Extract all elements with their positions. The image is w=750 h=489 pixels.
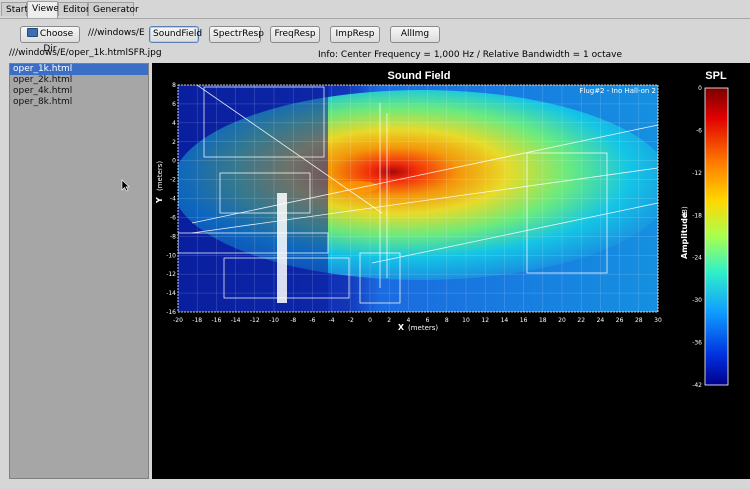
x-tick-label: 8: [445, 317, 449, 324]
y-tick-label: -16: [166, 309, 176, 316]
tab-start[interactable]: Start: [1, 2, 28, 16]
x-tick-label: -2: [348, 317, 354, 324]
colorbar-tick-label: -24: [692, 255, 702, 262]
y-tick-label: -10: [166, 252, 176, 259]
x-tick-label: -16: [211, 317, 221, 324]
seating-column: [277, 193, 287, 303]
y-tick-label: 8: [172, 82, 176, 89]
list-item[interactable]: oper_1k.html: [10, 64, 148, 75]
y-tick-label: -14: [166, 290, 176, 297]
colorbar-tick-label: -6: [696, 127, 702, 134]
x-tick-label: -14: [231, 317, 241, 324]
tab-viewer[interactable]: Viewer: [27, 1, 63, 18]
x-tick-label: 2: [387, 317, 391, 324]
soundfield-button[interactable]: SoundField: [149, 26, 202, 43]
y-tick-label: -2: [170, 177, 176, 184]
y-tick-label: -6: [170, 214, 176, 221]
tab-bar: Start Viewer Editor Generator: [0, 0, 750, 19]
colorbar-unit: (dB): [681, 206, 689, 221]
x-tick-label: -4: [329, 317, 335, 324]
colorbar-title: SPL: [705, 70, 727, 82]
info-text: Info: Center Frequency = 1,000 Hz / Rela…: [318, 50, 622, 60]
x-tick-label: -18: [192, 317, 202, 324]
colorbar: [704, 87, 729, 386]
y-tick-label: 2: [172, 139, 176, 146]
x-tick-label: 28: [635, 317, 643, 324]
sound-field-plot: Sound Field Flug#2 - Ino Hall-on 2 -20 -…: [155, 70, 729, 389]
colorbar-ticks: 0 -6 -12 -18 -24 -30 -36 -42: [692, 85, 702, 389]
current-file-path: ///windows/E/oper_1k.htmlSFR.jpg: [9, 48, 162, 58]
colorbar-tick-label: -12: [692, 170, 702, 177]
choose-dir-button[interactable]: Choose Dir: [20, 26, 80, 54]
x-tick-label: -8: [290, 317, 296, 324]
x-tick-label: -10: [269, 317, 279, 324]
list-item[interactable]: oper_4k.html: [10, 86, 148, 97]
x-tick-label: 26: [616, 317, 624, 324]
colorbar-tick-label: -36: [692, 340, 702, 347]
plot-title: Sound Field: [388, 70, 451, 82]
y-tick-label: 6: [172, 101, 176, 108]
colorbar-tick-label: -42: [692, 382, 702, 389]
x-tick-label: 24: [597, 317, 605, 324]
y-axis-unit: (meters): [156, 161, 164, 191]
y-tick-label: -8: [170, 233, 176, 240]
floppy-icon: [26, 28, 38, 37]
y-tick-label: 4: [172, 120, 176, 127]
colorbar-tick-label: -30: [692, 297, 702, 304]
x-tick-label: 4: [406, 317, 410, 324]
x-tick-label: 10: [462, 317, 470, 324]
x-tick-label: 18: [539, 317, 547, 324]
x-tick-label: 14: [501, 317, 509, 324]
image-viewer: Sound Field Flug#2 - Ino Hall-on 2 -20 -…: [152, 63, 750, 479]
colorbar-tick-label: -18: [692, 212, 702, 219]
y-axis-label: Y: [155, 197, 164, 204]
x-tick-label: 20: [558, 317, 566, 324]
toolbar: Choose Dir ///windows/E SoundField Spect…: [0, 18, 750, 54]
colorbar-tick-label: 0: [698, 85, 702, 92]
x-tick-label: -12: [250, 317, 260, 324]
list-item[interactable]: oper_8k.html: [10, 97, 148, 108]
x-tick-label: -20: [173, 317, 183, 324]
y-tick-label: -12: [166, 271, 176, 278]
x-tick-label: 30: [654, 317, 662, 324]
x-tick-label: 16: [520, 317, 528, 324]
x-tick-label: -6: [309, 317, 315, 324]
x-axis-ticks: -20 -18 -16 -14 -12 -10 -8 -6 -4 -2 0 2 4 6 8 10 12 14 16 1…: [173, 317, 662, 324]
plot-corner-label: Flug#2 - Ino Hall-on 2: [579, 87, 656, 95]
y-axis-ticks: 8 6 4 2 0 -2 -4 -6 -8 -10 -12 -14 -16: [166, 82, 176, 316]
x-axis-label: X: [398, 323, 405, 332]
allimg-button[interactable]: AllImg: [390, 26, 440, 43]
dir-path: ///windows/E: [88, 28, 145, 38]
mouse-cursor-icon: [121, 179, 130, 192]
x-tick-label: 12: [481, 317, 489, 324]
x-tick-label: 22: [577, 317, 585, 324]
file-list[interactable]: oper_1k.html oper_2k.html oper_4k.html o…: [9, 63, 149, 479]
y-tick-label: -4: [170, 196, 176, 203]
spectrresp-button[interactable]: SpectrResp: [209, 26, 264, 43]
tab-editor[interactable]: Editor: [58, 2, 90, 16]
x-tick-label: 0: [368, 317, 372, 324]
list-item[interactable]: oper_2k.html: [10, 75, 148, 86]
y-tick-label: 0: [172, 158, 176, 165]
freqresp-button[interactable]: FreqResp: [270, 26, 320, 43]
x-tick-label: 6: [426, 317, 430, 324]
x-axis-unit: (meters): [408, 324, 438, 332]
tab-generator[interactable]: Generator: [88, 2, 139, 16]
impresp-button[interactable]: ImpResp: [330, 26, 380, 43]
